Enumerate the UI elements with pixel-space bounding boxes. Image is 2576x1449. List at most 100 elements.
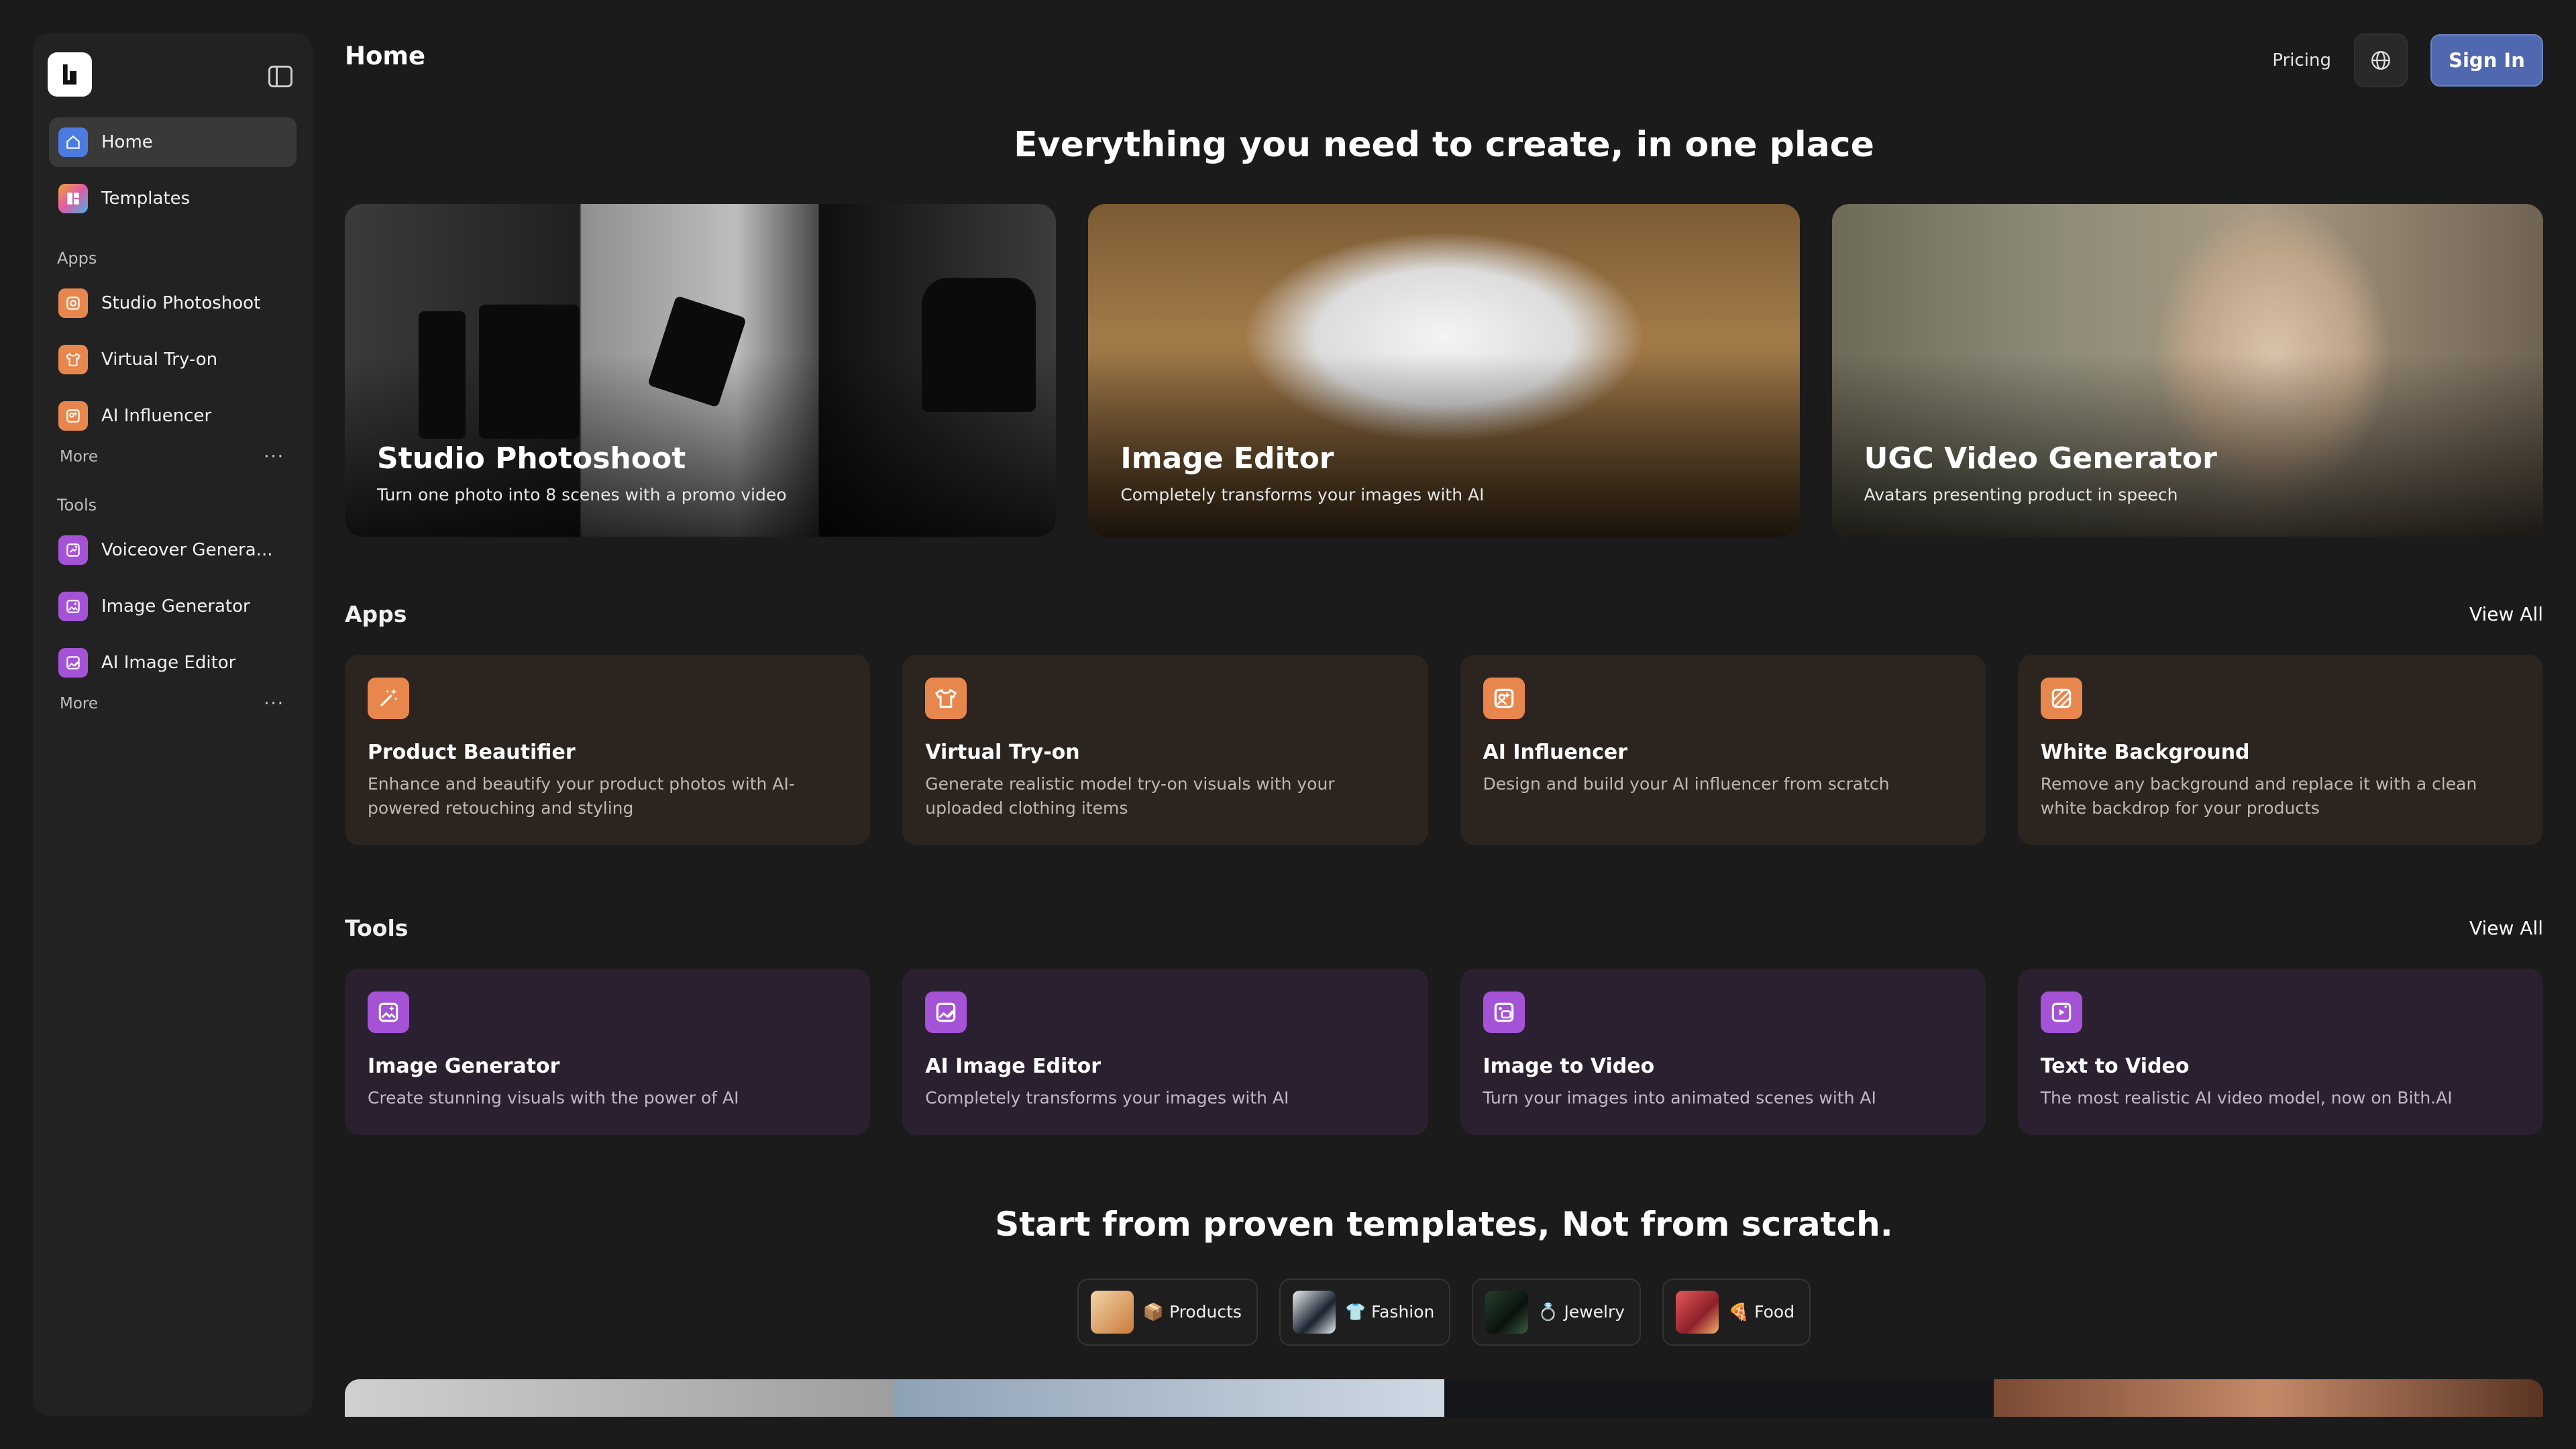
- tool-card-image-to-video[interactable]: Image to Video Turn your images into ani…: [1460, 969, 1986, 1135]
- sidebar-item-voiceover-generator[interactable]: Voiceover Genera...: [49, 525, 297, 575]
- sidebar-item-ai-image-editor[interactable]: AI Image Editor: [49, 638, 297, 688]
- app-card-white-background[interactable]: White Background Remove any background a…: [2017, 655, 2543, 845]
- apps-cards: Product Beautifier Enhance and beautify …: [345, 655, 2543, 845]
- globe-icon: [2371, 51, 2390, 70]
- more-label: More: [60, 695, 99, 712]
- products-thumbnail: [1090, 1291, 1134, 1334]
- hero-card-subtitle: Completely transforms your images with A…: [1120, 485, 1485, 504]
- app-card-ai-influencer[interactable]: AI Influencer Design and build your AI i…: [1460, 655, 1986, 845]
- sidebar-panel-icon: [268, 65, 292, 88]
- sidebar-item-templates[interactable]: Templates: [49, 174, 297, 223]
- voiceover-icon: [58, 535, 88, 565]
- chip-fashion[interactable]: 👕 Fashion: [1279, 1279, 1451, 1346]
- image-edit-icon: [58, 648, 88, 678]
- sidebar-item-ai-influencer[interactable]: AI Influencer: [49, 391, 297, 441]
- more-dots-icon[interactable]: ···: [264, 447, 284, 467]
- image-sparkle-icon: [58, 592, 88, 621]
- image-video-icon: [1483, 991, 1525, 1033]
- card-title: Virtual Try-on: [925, 741, 1080, 764]
- sidebar-toggle-button[interactable]: [266, 62, 295, 91]
- pricing-link[interactable]: Pricing: [2272, 50, 2331, 70]
- card-title: AI Image Editor: [925, 1055, 1102, 1078]
- sidebar: Home Templates Apps Studio Photoshoot Vi…: [33, 33, 313, 1416]
- tool-card-ai-image-editor[interactable]: AI Image Editor Completely transforms yo…: [902, 969, 1428, 1135]
- sidebar-item-label: Home: [101, 132, 153, 152]
- chip-label: 👕 Fashion: [1344, 1302, 1435, 1322]
- sidebar-item-label: AI Influencer: [101, 406, 212, 426]
- chip-products[interactable]: 📦 Products: [1077, 1279, 1258, 1346]
- hero-cards: Studio Photoshoot Turn one photo into 8 …: [345, 204, 2543, 537]
- hero-card-studio-photoshoot[interactable]: Studio Photoshoot Turn one photo into 8 …: [345, 204, 1057, 537]
- card-description: Completely transforms your images with A…: [925, 1088, 1289, 1108]
- influencer-icon: [58, 401, 88, 431]
- sidebar-nav: Home Templates Apps Studio Photoshoot Vi…: [49, 117, 297, 722]
- tools-section-header: Tools View All: [345, 915, 2543, 941]
- sidebar-section-apps: Apps: [57, 249, 97, 268]
- card-description: Generate realistic model try-on visuals …: [925, 774, 1335, 818]
- tool-card-image-generator[interactable]: Image Generator Create stunning visuals …: [345, 969, 871, 1135]
- sidebar-item-home[interactable]: Home: [49, 117, 297, 167]
- hero-card-title: UGC Video Generator: [1864, 441, 2217, 476]
- shirt-icon: [58, 345, 88, 374]
- app-card-product-beautifier[interactable]: Product Beautifier Enhance and beautify …: [345, 655, 871, 845]
- template-category-chips: 📦 Products 👕 Fashion 💍 Jewelry 🍕 Food: [345, 1279, 2543, 1346]
- card-title: Image Generator: [368, 1055, 560, 1078]
- card-description: Turn your images into animated scenes wi…: [1483, 1088, 1876, 1108]
- template-preview-strip: [345, 1379, 2543, 1417]
- tools-section-title: Tools: [345, 915, 409, 941]
- templates-icon: [58, 184, 88, 213]
- hero-card-subtitle: Avatars presenting product in speech: [1864, 485, 2178, 504]
- sidebar-item-image-generator[interactable]: Image Generator: [49, 582, 297, 631]
- card-title: Image to Video: [1483, 1055, 1655, 1078]
- sign-in-button[interactable]: Sign In: [2430, 34, 2543, 87]
- more-dots-icon[interactable]: ···: [264, 694, 284, 714]
- more-label: More: [60, 448, 99, 466]
- apps-view-all-link[interactable]: View All: [2469, 603, 2543, 625]
- sidebar-item-label: Studio Photoshoot: [101, 293, 261, 313]
- camera-icon: [58, 288, 88, 318]
- chip-label: 🍕 Food: [1728, 1302, 1795, 1322]
- sidebar-apps-more[interactable]: More ···: [49, 443, 297, 470]
- image-edit-icon: [925, 991, 967, 1033]
- image-sparkle-icon: [368, 991, 409, 1033]
- sidebar-item-virtual-try-on[interactable]: Virtual Try-on: [49, 335, 297, 384]
- card-description: Design and build your AI influencer from…: [1483, 774, 1890, 794]
- card-description: The most realistic AI video model, now o…: [2040, 1088, 2453, 1108]
- template-preview[interactable]: [894, 1379, 1444, 1417]
- header-actions: Pricing Sign In: [2272, 34, 2543, 87]
- chip-food[interactable]: 🍕 Food: [1662, 1279, 1811, 1346]
- hero-card-title: Studio Photoshoot: [377, 441, 686, 476]
- tool-card-text-to-video[interactable]: Text to Video The most realistic AI vide…: [2017, 969, 2543, 1135]
- jewelry-thumbnail: [1485, 1291, 1529, 1334]
- hero-heading: Everything you need to create, in one pl…: [1014, 125, 1874, 165]
- sidebar-item-label: Voiceover Genera...: [101, 540, 273, 560]
- chip-jewelry[interactable]: 💍 Jewelry: [1472, 1279, 1642, 1346]
- language-button[interactable]: [2354, 34, 2408, 87]
- page-title: Home: [345, 42, 426, 70]
- tools-view-all-link[interactable]: View All: [2469, 917, 2543, 939]
- template-preview[interactable]: [1444, 1379, 1994, 1417]
- fashion-thumbnail: [1292, 1291, 1336, 1334]
- tools-cards: Image Generator Create stunning visuals …: [345, 969, 2543, 1135]
- card-description: Create stunning visuals with the power o…: [368, 1088, 739, 1108]
- sidebar-item-studio-photoshoot[interactable]: Studio Photoshoot: [49, 278, 297, 328]
- background-icon: [2040, 678, 2082, 719]
- apps-section-header: Apps View All: [345, 601, 2543, 627]
- text-video-icon: [2040, 991, 2082, 1033]
- card-title: AI Influencer: [1483, 741, 1628, 764]
- chip-label: 📦 Products: [1142, 1302, 1242, 1322]
- hero-card-subtitle: Turn one photo into 8 scenes with a prom…: [377, 485, 787, 504]
- hero-card-title: Image Editor: [1120, 441, 1334, 476]
- sidebar-tools-more[interactable]: More ···: [49, 690, 297, 717]
- hero-card-ugc-video-generator[interactable]: UGC Video Generator Avatars presenting p…: [1831, 204, 2543, 537]
- chip-label: 💍 Jewelry: [1538, 1302, 1625, 1322]
- app-card-virtual-try-on[interactable]: Virtual Try-on Generate realistic model …: [902, 655, 1428, 845]
- sidebar-item-label: Templates: [101, 189, 191, 209]
- shirt-icon: [925, 678, 967, 719]
- hero-card-image-editor[interactable]: Image Editor Completely transforms your …: [1088, 204, 1800, 537]
- influencer-icon: [1483, 678, 1525, 719]
- app-logo[interactable]: [48, 52, 92, 97]
- template-preview[interactable]: [345, 1379, 895, 1417]
- template-preview[interactable]: [1993, 1379, 2543, 1417]
- home-icon: [58, 127, 88, 157]
